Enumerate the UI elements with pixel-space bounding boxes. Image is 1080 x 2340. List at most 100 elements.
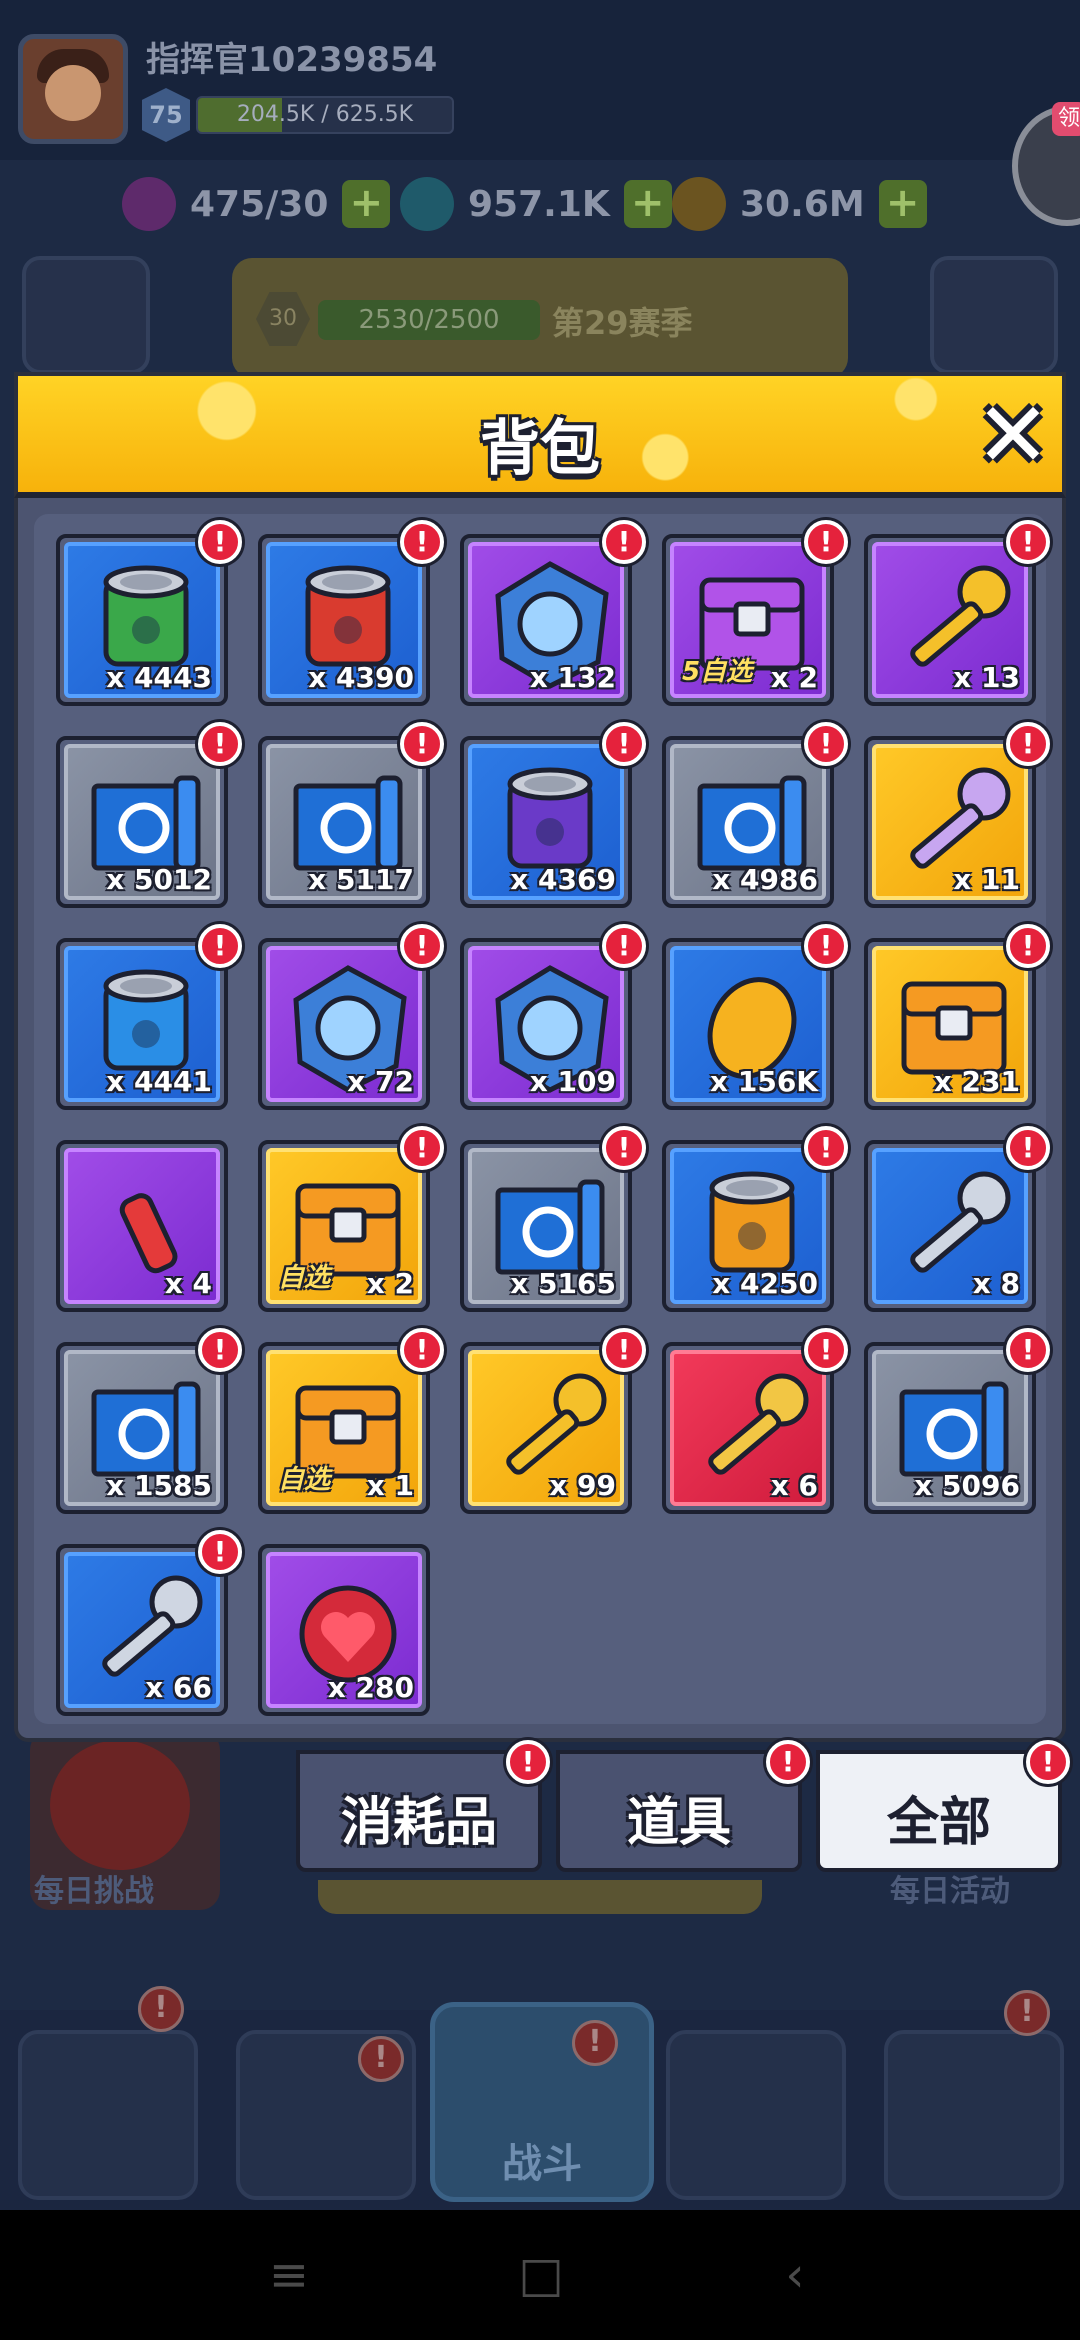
inventory-item[interactable]: x 8! [864, 1126, 1050, 1312]
item-alert-badge: ! [804, 722, 848, 766]
item-alert-badge: ! [602, 1126, 646, 1170]
player-name: 指挥官10239854 [146, 40, 438, 80]
inventory-item[interactable]: x 13! [864, 520, 1050, 706]
item-alert-badge: ! [400, 1328, 444, 1372]
item-alert-badge: ! [804, 924, 848, 968]
mail-button[interactable] [930, 256, 1058, 374]
coin-icon [672, 177, 726, 231]
boxing-glove-icon [50, 1740, 190, 1870]
tab-props-label: 道具 [626, 1793, 731, 1853]
item-quantity: x 4250 [712, 1267, 818, 1300]
season-label: 第29赛季 [552, 304, 693, 342]
item-quantity: x 4986 [712, 863, 818, 896]
gems-value: 957.1K [468, 183, 610, 225]
item-alert-badge: ! [198, 1530, 242, 1574]
inventory-item[interactable]: x 4441! [56, 924, 242, 1110]
inventory-item[interactable]: x 4390! [258, 520, 444, 706]
tab-consumables-label: 消耗品 [340, 1793, 497, 1853]
menu-lines-icon[interactable]: ≡ [254, 2240, 324, 2310]
nav-upgrade[interactable] [884, 2030, 1064, 2200]
item-alert-badge: ! [1006, 520, 1050, 564]
tab-all-alert: ! [1026, 1740, 1070, 1784]
inventory-item[interactable]: x 11! [864, 722, 1050, 908]
inventory-item[interactable]: x 109! [460, 924, 646, 1110]
tab-consumables[interactable]: 消耗品 ! [296, 1740, 550, 1872]
inventory-item[interactable]: x 4443! [56, 520, 242, 706]
item-quantity: x 132 [529, 661, 616, 694]
inventory-item[interactable]: x 5117! [258, 722, 444, 908]
center-banner-strip [318, 1880, 762, 1914]
inventory-item[interactable]: 自选 x 2! [258, 1126, 444, 1312]
item-alert-badge: ! [804, 520, 848, 564]
side-gift-tag: 领 [1052, 102, 1080, 136]
item-quantity: x 5012 [106, 863, 212, 896]
tab-all[interactable]: 全部 ! [816, 1740, 1070, 1872]
inventory-item[interactable]: x 1585! [56, 1328, 242, 1514]
energy-add-button[interactable]: + [342, 180, 391, 228]
item-quantity: x 280 [327, 1671, 414, 1704]
item-alert-badge: ! [198, 520, 242, 564]
inventory-item[interactable]: x 4 [56, 1140, 228, 1312]
backpack-header: 背包 ✕ [14, 372, 1066, 498]
inventory-item[interactable]: x 4986! [662, 722, 848, 908]
item-alert-badge: ! [602, 924, 646, 968]
inventory-item[interactable]: x 72! [258, 924, 444, 1110]
item-quantity: x 2 [366, 1267, 414, 1300]
nav-gear-alert: ! [358, 2036, 404, 2082]
item-quantity: x 8 [972, 1267, 1020, 1300]
gems-add-button[interactable]: + [623, 180, 672, 228]
item-quantity: x 5096 [914, 1469, 1020, 1502]
coins-add-button[interactable]: + [878, 180, 927, 228]
nav-shop[interactable] [18, 2030, 198, 2200]
inventory-item[interactable]: x 5096! [864, 1328, 1050, 1514]
item-quantity: x 109 [529, 1065, 616, 1098]
nav-map[interactable] [666, 2030, 846, 2200]
player-avatar[interactable] [18, 34, 128, 144]
nav-battle-label: 战斗 [502, 2141, 582, 2187]
item-quantity: x 4443 [106, 661, 212, 694]
coins-resource: 30.6M + [672, 172, 927, 236]
nav-battle[interactable]: 战斗 [430, 2002, 654, 2202]
inventory-item[interactable]: x 132! [460, 520, 646, 706]
back-chevron-icon[interactable]: ‹ [760, 2240, 830, 2310]
item-quantity: x 1585 [106, 1469, 212, 1502]
item-alert-badge: ! [400, 520, 444, 564]
item-alert-badge: ! [1006, 722, 1050, 766]
inventory-item[interactable]: x 4369! [460, 722, 646, 908]
player-exp-bar: 204.5K / 625.5K [196, 96, 454, 134]
energy-value: 475/30 [190, 183, 329, 225]
item-alert-badge: ! [400, 1126, 444, 1170]
menu-button[interactable] [22, 256, 150, 374]
energy-resource: 475/30 + [122, 172, 391, 236]
diamond-icon [400, 177, 454, 231]
gems-resource: 957.1K + [400, 172, 672, 236]
inventory-item[interactable]: x 5165! [460, 1126, 646, 1312]
select-tag: 自选 [278, 1263, 331, 1293]
inventory-item[interactable]: x 156K! [662, 924, 848, 1110]
inventory-item[interactable]: x 4250! [662, 1126, 848, 1312]
inventory-item[interactable]: x 99! [460, 1328, 646, 1514]
item-alert-badge: ! [804, 1126, 848, 1170]
inventory-item[interactable]: x 6! [662, 1328, 848, 1514]
tab-props-alert: ! [766, 1740, 810, 1784]
tab-consumables-alert: ! [506, 1740, 550, 1784]
home-square-icon[interactable]: □ [506, 2240, 576, 2310]
item-quantity: x 72 [347, 1065, 414, 1098]
item-quantity: x 1 [366, 1469, 414, 1502]
avatar-face [45, 65, 101, 121]
energy-bolt-icon [122, 177, 176, 231]
item-alert-badge: ! [198, 1328, 242, 1372]
nav-battle-alert: ! [572, 2020, 618, 2066]
inventory-item[interactable]: 5自选 x 2! [662, 520, 848, 706]
inventory-item[interactable]: 自选 x 1! [258, 1328, 444, 1514]
inventory-item[interactable]: x 66! [56, 1530, 242, 1716]
player-exp-text: 204.5K / 625.5K [236, 102, 414, 127]
close-x-icon[interactable]: ✕ [970, 391, 1056, 481]
tab-props[interactable]: 道具 ! [556, 1740, 810, 1872]
item-alert-badge: ! [400, 722, 444, 766]
inventory-item[interactable]: x 280 [258, 1544, 430, 1716]
inventory-item[interactable]: x 231! [864, 924, 1050, 1110]
inventory-item[interactable]: x 5012! [56, 722, 242, 908]
backpack-title: 背包 [480, 414, 600, 484]
tab-all-label: 全部 [886, 1793, 991, 1853]
